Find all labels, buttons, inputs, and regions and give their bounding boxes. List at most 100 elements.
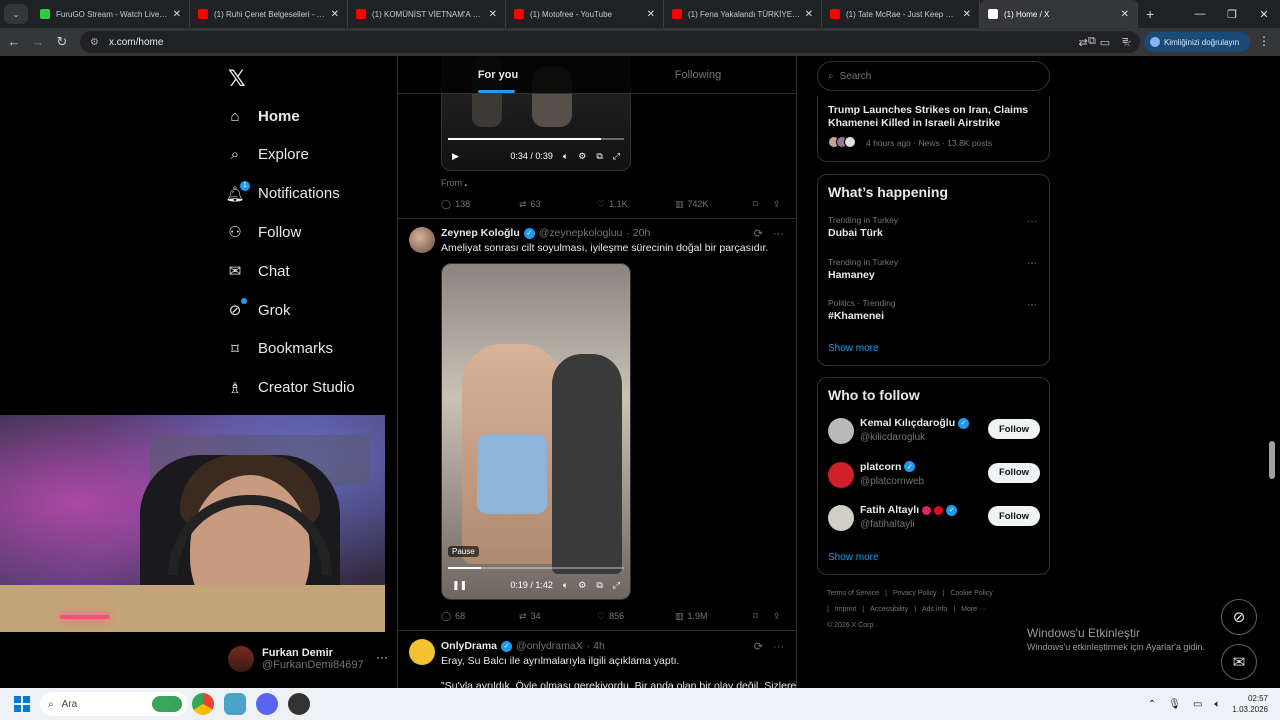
more-icon[interactable]: ··· <box>1027 216 1037 227</box>
volume-icon[interactable]: 🔈︎ <box>563 151 568 162</box>
post-time[interactable]: · 20h <box>626 227 650 239</box>
repost-button[interactable]: ⇄ 63 <box>519 199 597 210</box>
bookmark-icon[interactable]: ⌑ <box>753 199 773 210</box>
nav-item-creator-studio[interactable]: ♗ Creator Studio <box>226 373 354 403</box>
grok-icon[interactable]: ⟳ <box>754 640 763 653</box>
browser-tab[interactable]: (1) KOMÜNİST VİETNAM'A GEL ✕ <box>348 0 506 28</box>
more-icon[interactable]: ··· <box>1027 299 1037 310</box>
footer-link[interactable]: Accessibility <box>870 606 908 613</box>
new-tab-button[interactable]: + <box>1146 6 1154 22</box>
trend-name[interactable]: Dubai Türk <box>828 227 883 239</box>
translate-icon[interactable]: ⇄ <box>1079 36 1088 49</box>
menu-icon[interactable]: ⋮ <box>1258 34 1270 48</box>
follow-button[interactable]: Follow <box>988 462 1040 483</box>
pip-icon[interactable]: ⧉ <box>596 151 602 162</box>
profile-button[interactable]: Kimliğinizi doğrulayın <box>1144 32 1250 52</box>
author-handle[interactable]: @onlydramaX <box>516 640 583 652</box>
browser-tab[interactable]: (1) Home / X ✕ <box>980 0 1138 28</box>
chrome-icon[interactable] <box>192 693 214 715</box>
grok-fab[interactable]: ⊘ <box>1221 599 1257 635</box>
browser-tab[interactable]: (1) Ruhi Çenet Belgeselleri - You ✕ <box>190 0 348 28</box>
settings-icon[interactable]: ⚙ <box>578 580 586 591</box>
more-icon[interactable]: ··· <box>376 650 388 664</box>
post-time[interactable]: · 4h <box>587 640 605 652</box>
repost-button[interactable]: ⇄ 34 <box>519 611 597 622</box>
footer-link[interactable]: Terms of Service <box>827 590 879 597</box>
taskbar-search[interactable]: ⌕ Ara <box>40 692 188 716</box>
footer-link[interactable]: Cookie Policy <box>950 590 992 597</box>
volume-icon[interactable]: 🔈︎ <box>1214 699 1220 710</box>
chevron-up-icon[interactable]: ⌃ <box>1148 699 1156 710</box>
tab-for-you[interactable]: For you <box>398 56 598 93</box>
news-card[interactable]: Trump Launches Strikes on Iran, Claims K… <box>817 96 1050 162</box>
reply-button[interactable]: ◯ 138 <box>441 199 519 210</box>
more-icon[interactable]: ··· <box>773 228 784 240</box>
post2-video[interactable]: Pause ❚❚ 0:19 / 1:42 🔈︎ ⚙ ⧉ ⤢ <box>441 263 631 600</box>
pause-icon[interactable]: ❚❚ <box>452 580 467 591</box>
like-button[interactable]: ♡ 856 <box>597 611 675 622</box>
nav-item-bookmarks[interactable]: ⌑ Bookmarks <box>226 334 333 364</box>
restore-button[interactable]: ❐ <box>1216 8 1248 21</box>
views-button[interactable]: ▥ 1.9M <box>675 611 753 622</box>
author-name[interactable]: OnlyDrama <box>441 640 497 652</box>
follow-suggestion[interactable]: Kemal Kılıçdaroğlu ✓ @kilicdarogluk Follow <box>828 415 1040 449</box>
scrollbar[interactable] <box>1268 56 1276 688</box>
nav-item-chat[interactable]: ✉ Chat <box>226 256 290 286</box>
tab-search-button[interactable]: ⌄ <box>4 4 28 24</box>
browser-tab[interactable]: (1) Motofree - YouTube ✕ <box>506 0 664 28</box>
account-switcher[interactable]: Furkan Demir @FurkanDemi84697 ··· <box>228 642 388 676</box>
video-progress[interactable] <box>448 138 624 140</box>
close-icon[interactable]: ✕ <box>173 9 181 20</box>
url-bar[interactable]: ⚙ x.com/home ⇄ ▭ ☆ <box>80 31 1140 53</box>
news-title[interactable]: Trump Launches Strikes on Iran, Claims K… <box>828 104 1038 130</box>
browser-tab[interactable]: (1) Tate McRae - Just Keep Wat ✕ <box>822 0 980 28</box>
browser-tab[interactable]: (1) Fena Yakalandı TÜRKİYE'DE ✕ <box>664 0 822 28</box>
more-icon[interactable]: ··· <box>1027 258 1037 269</box>
windows-start-icon[interactable] <box>14 696 30 712</box>
browser-tab[interactable]: FuruGO Stream - Watch Live on ✕ <box>32 0 190 28</box>
close-icon[interactable]: ✕ <box>963 9 971 20</box>
extensions-icon[interactable]: ⧉ <box>1088 35 1096 48</box>
discord-icon[interactable] <box>256 693 278 715</box>
trend-name[interactable]: Hamaney <box>828 269 875 281</box>
cast-icon[interactable]: ▭ <box>1100 36 1110 49</box>
close-icon[interactable]: ✕ <box>805 9 813 20</box>
fullscreen-icon[interactable]: ⤢ <box>613 580 620 591</box>
footer-link[interactable]: Ads info <box>922 606 947 613</box>
nav-item-follow[interactable]: ⚇ Follow <box>226 217 301 247</box>
settings-icon[interactable]: ⚙ <box>578 151 586 162</box>
show-more-link[interactable]: Show more <box>828 552 879 563</box>
fullscreen-icon[interactable]: ⤢ <box>613 151 620 162</box>
x-logo[interactable]: 𝕏 <box>228 66 246 92</box>
tab-following[interactable]: Following <box>598 56 796 93</box>
close-icon[interactable]: ✕ <box>1121 9 1129 20</box>
avatar[interactable] <box>409 639 435 665</box>
share-icon[interactable]: ⇪ <box>773 611 781 622</box>
views-button[interactable]: ▥ 742K <box>675 199 753 210</box>
follow-suggestion[interactable]: platcorn ✓ @platcornweb Follow <box>828 459 1040 493</box>
close-window-button[interactable]: ✕ <box>1248 8 1280 21</box>
more-icon[interactable]: ··· <box>773 641 784 653</box>
show-more-link[interactable]: Show more <box>828 343 879 354</box>
grok-icon[interactable]: ⟳ <box>754 227 763 240</box>
search-input[interactable]: ⌕ Search <box>817 61 1050 91</box>
reply-button[interactable]: ◯ 68 <box>441 611 519 622</box>
app-icon[interactable] <box>288 693 310 715</box>
bookmark-icon[interactable]: ⌑ <box>753 611 773 622</box>
nav-item-home[interactable]: ⌂ Home <box>226 101 299 131</box>
reload-button[interactable]: ↻ <box>50 34 74 50</box>
close-icon[interactable]: ✕ <box>331 9 339 20</box>
trend-name[interactable]: #Khamenei <box>828 310 884 322</box>
footer-link[interactable]: More ··· <box>961 606 986 613</box>
app-icon[interactable] <box>224 693 246 715</box>
mic-icon[interactable]: 🎙︎ <box>1168 699 1181 710</box>
footer-link[interactable]: Privacy Policy <box>893 590 937 597</box>
volume-icon[interactable]: 🔈︎ <box>563 580 568 591</box>
messages-fab[interactable]: ✉ <box>1221 644 1257 680</box>
back-button[interactable]: ← <box>2 34 26 49</box>
video-progress[interactable] <box>448 567 624 569</box>
close-icon[interactable]: ✕ <box>647 9 655 20</box>
footer-link[interactable]: © 2026 X Corp. <box>827 622 875 629</box>
nav-item-grok[interactable]: ⊘ Grok <box>226 295 291 325</box>
share-icon[interactable]: ⇪ <box>773 199 781 210</box>
